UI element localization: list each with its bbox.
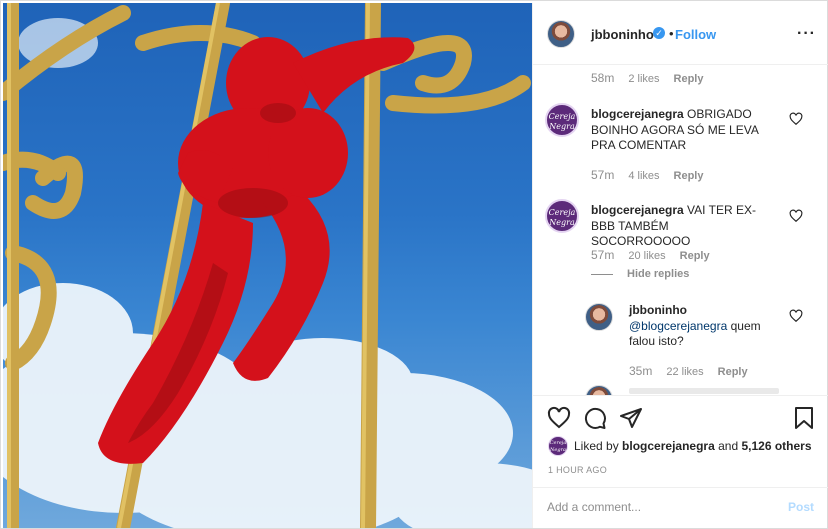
- author-avatar[interactable]: [547, 20, 575, 48]
- comment-likes[interactable]: 4 likes: [628, 170, 659, 182]
- post-header: jbboninho ✓ • Follow ···: [533, 3, 828, 65]
- liked-by-prefix: Liked by: [574, 439, 619, 453]
- comment-username[interactable]: blogcerejanegra: [591, 203, 684, 217]
- comment-text-block: blogcerejanegra VAI TER EX-BBB TAMBÉM SO…: [591, 203, 771, 250]
- commenter-avatar[interactable]: Cereja Negra: [545, 103, 579, 137]
- like-heart-icon[interactable]: [547, 406, 571, 430]
- comments-list[interactable]: 58m 2 likes Reply Cereja Negra blogcerejan…: [533, 65, 828, 395]
- comment-meta: 58m 2 likes Reply: [591, 71, 704, 85]
- post-time-ago[interactable]: 1 HOUR AGO: [548, 465, 607, 475]
- reply-button[interactable]: Reply: [674, 170, 704, 182]
- like-comment-heart-icon[interactable]: [789, 112, 803, 126]
- reply-button[interactable]: Reply: [718, 366, 748, 378]
- reply-text-block: jbboninho @blogcerejanegra quem falou is…: [629, 303, 779, 350]
- like-comment-heart-icon[interactable]: [789, 209, 803, 223]
- dot-separator: •: [669, 26, 674, 41]
- comment-meta: 57m 4 likes Reply: [591, 168, 704, 182]
- hide-replies-button[interactable]: Hide replies: [627, 268, 689, 280]
- liked-by-avatar[interactable]: Cereja Negra: [548, 436, 568, 456]
- liked-by-summary: Liked by blogcerejanegra and 5,126 other…: [574, 439, 812, 453]
- post-photo[interactable]: [3, 3, 532, 528]
- liked-by-username[interactable]: blogcerejanegra: [622, 439, 715, 453]
- reply-username[interactable]: jbboninho: [629, 303, 779, 319]
- comment-likes[interactable]: 2 likes: [628, 73, 659, 85]
- replies-divider: [591, 274, 613, 275]
- comments-panel: jbboninho ✓ • Follow ··· 58m 2 likes Reply…: [532, 3, 828, 528]
- reply-mention[interactable]: @blogcerejanegra: [629, 319, 727, 333]
- liked-by-others[interactable]: 5,126 others: [741, 439, 811, 453]
- comment-likes[interactable]: 20 likes: [628, 250, 665, 262]
- comment-time: 57m: [591, 168, 615, 182]
- post-comment-button[interactable]: Post: [788, 500, 814, 514]
- author-username[interactable]: jbboninho: [591, 27, 654, 42]
- comment-meta: 57m 20 likes Reply: [591, 248, 710, 262]
- commenter-avatar[interactable]: Cereja Negra: [545, 199, 579, 233]
- share-paper-plane-icon[interactable]: [619, 406, 643, 430]
- post-modal: jbboninho ✓ • Follow ··· 58m 2 likes Reply…: [0, 0, 828, 529]
- reply-button[interactable]: Reply: [674, 73, 704, 85]
- add-comment-bar: Post: [533, 487, 828, 528]
- reply-time: 35m: [629, 364, 653, 378]
- save-bookmark-icon[interactable]: [793, 406, 815, 430]
- verified-badge-icon: ✓: [653, 27, 665, 39]
- reply-author-avatar[interactable]: [585, 385, 613, 395]
- reply-button[interactable]: Reply: [680, 250, 710, 262]
- photo-illustration: [3, 3, 532, 528]
- reply-likes[interactable]: 22 likes: [666, 366, 703, 378]
- comment-bubble-icon[interactable]: [583, 406, 607, 430]
- reply-author-avatar[interactable]: [585, 303, 613, 331]
- add-comment-input[interactable]: [547, 500, 777, 514]
- comment-time: 58m: [591, 71, 615, 85]
- follow-button[interactable]: Follow: [675, 27, 716, 42]
- like-comment-heart-icon[interactable]: [789, 309, 803, 323]
- comment-text-block: blogcerejanegra OBRIGADO BOINHO AGORA SÓ…: [591, 107, 771, 154]
- comment-time: 57m: [591, 248, 615, 262]
- clipped-reply-text: [629, 388, 779, 394]
- liked-by-and: and: [718, 439, 739, 453]
- more-options-icon[interactable]: ···: [797, 25, 816, 43]
- reply-meta: 35m 22 likes Reply: [629, 364, 748, 378]
- comment-username[interactable]: blogcerejanegra: [591, 107, 684, 121]
